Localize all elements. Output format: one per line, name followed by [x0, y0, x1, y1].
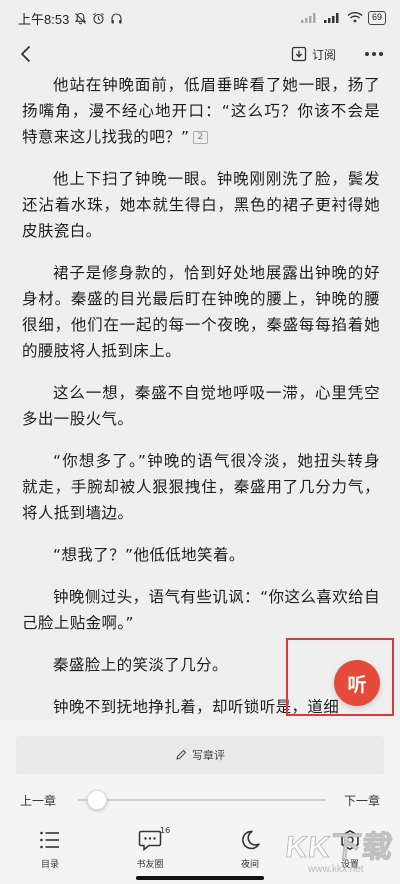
next-chapter-button[interactable]: 下一章: [344, 792, 380, 809]
write-chapter-review-button[interactable]: 写章评: [16, 736, 384, 774]
tab-label: 设置: [340, 860, 359, 870]
slider-thumb[interactable]: [86, 790, 107, 810]
chapter-navigation: 上一章 下一章: [0, 788, 400, 812]
tab-badge: 16: [160, 826, 171, 835]
home-indicator[interactable]: [136, 876, 264, 880]
battery-indicator: 69: [367, 11, 386, 25]
status-right: 69: [300, 11, 386, 26]
download-icon: [291, 46, 307, 62]
tab-label: 书友圈: [136, 860, 164, 870]
paragraph-comment-count[interactable]: 2: [193, 131, 208, 144]
chevron-left-icon: [21, 46, 30, 62]
paragraph: 他上下扫了钟晚一眼。钟晚刚刚洗了脸，鬓发还沾着水珠，她本就生得白，黑色的裙子更衬…: [22, 170, 380, 240]
chat-icon: [138, 828, 162, 852]
tab-book-circle[interactable]: 16 书友圈: [100, 824, 200, 874]
listen-button[interactable]: 听: [334, 660, 380, 706]
prev-chapter-button[interactable]: 上一章: [20, 792, 56, 809]
status-time: 上午8:53: [18, 11, 70, 27]
list-icon: [38, 828, 62, 852]
reader-tab-bar: 目录 16 书友圈 夜间 设置: [0, 824, 400, 874]
chapter-content[interactable]: 他站在钟晚面前，低眉垂眸看了她一眼，扬了扬嘴角，漫不经心地开口：“这么巧？你该不…: [0, 72, 400, 720]
subscribe-button[interactable]: 订阅: [291, 46, 336, 63]
moon-icon: [238, 828, 262, 852]
back-button[interactable]: [14, 40, 38, 68]
more-dots-icon: [365, 52, 383, 56]
chapter-progress-slider[interactable]: [78, 790, 326, 810]
tab-settings[interactable]: 设置: [300, 824, 400, 874]
signal-hd-icon: [323, 11, 342, 26]
signal-icon: [300, 11, 319, 26]
alarm-icon: [92, 12, 105, 25]
gear-icon: [338, 828, 362, 852]
paragraph: 他站在钟晚面前，低眉垂眸看了她一眼，扬了扬嘴角，漫不经心地开口：“这么巧？你该不…: [22, 76, 380, 146]
write-review-label: 写章评: [192, 749, 225, 762]
tab-night-mode[interactable]: 夜间: [200, 824, 300, 874]
paragraph: 裙子是修身款的，恰到好处地展露出钟晚的好身材。秦盛的目光最后盯在钟晚的腰上，钟晚…: [22, 264, 380, 360]
tab-label: 目录: [40, 860, 59, 870]
reader-nav-bar: 订阅: [0, 36, 400, 72]
wifi-icon: [347, 11, 363, 26]
headphones-icon: [110, 12, 123, 25]
status-bar: 上午8:53 69: [0, 0, 400, 36]
status-left: 上午8:53: [18, 9, 123, 28]
pencil-icon: [176, 749, 187, 760]
mute-bell-icon: [74, 12, 87, 25]
paragraph: “你想多了。”钟晚的语气很冷淡，她扭头转身就走，手腕却被人狠狠拽住，秦盛用了几分…: [22, 452, 380, 522]
more-button[interactable]: [362, 44, 386, 64]
tab-catalog[interactable]: 目录: [0, 824, 100, 874]
tab-label: 夜间: [240, 860, 259, 870]
paragraph: 钟晚侧过头，语气有些讥讽：“你这么喜欢给自己脸上贴金啊。”: [22, 588, 380, 632]
nav-actions: 订阅: [291, 44, 386, 64]
subscribe-label: 订阅: [311, 47, 336, 62]
paragraph: “想我了？”他低低地笑着。: [53, 546, 245, 564]
paragraph: 这么一想，秦盛不自觉地呼吸一滞，心里凭空多出一股火气。: [22, 384, 380, 428]
reader-bottom-panel: 写章评 上一章 下一章 目录 16 书友圈 夜间 设置: [0, 720, 400, 884]
